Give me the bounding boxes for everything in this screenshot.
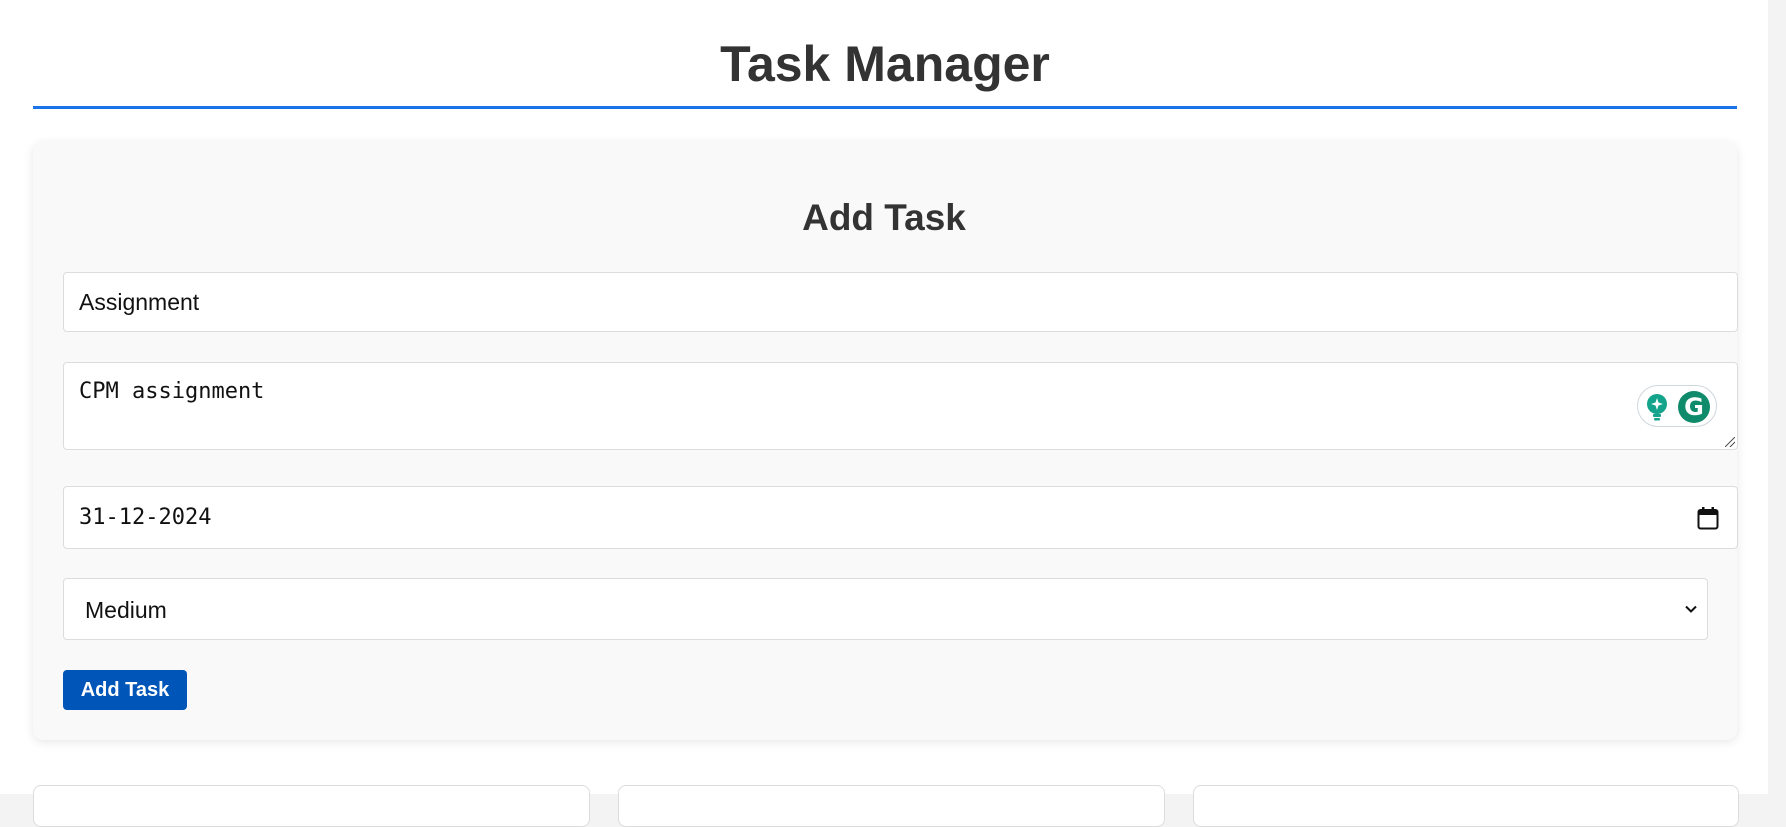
- page-title: Task Manager: [720, 36, 1050, 92]
- task-description-textarea[interactable]: CPM assignment G: [63, 362, 1738, 450]
- due-date-value: 31-12-2024: [79, 505, 212, 530]
- grammarly-icon[interactable]: G: [1678, 391, 1710, 423]
- task-column-card: [1193, 785, 1739, 827]
- resize-handle[interactable]: [1725, 437, 1735, 447]
- task-column-card: [33, 785, 590, 827]
- chevron-down-icon: [1685, 605, 1697, 613]
- add-task-heading: Add Task: [802, 197, 966, 238]
- task-column-card: [618, 785, 1165, 827]
- priority-selected-value: Medium: [85, 597, 167, 623]
- priority-select[interactable]: Medium: [63, 578, 1708, 640]
- lightbulb-icon[interactable]: [1644, 392, 1670, 422]
- task-title-value: Assignment: [79, 289, 200, 315]
- page: Task Manager Add Task Assignment CPM ass…: [0, 0, 1768, 827]
- grammarly-widget[interactable]: G: [1637, 385, 1717, 427]
- task-title-input[interactable]: Assignment: [63, 272, 1738, 332]
- add-task-button[interactable]: Add Task: [63, 670, 187, 710]
- calendar-icon[interactable]: [1697, 506, 1719, 530]
- due-date-input[interactable]: 31-12-2024: [63, 486, 1738, 549]
- title-divider: [33, 106, 1737, 109]
- task-description-value: CPM assignment: [79, 379, 265, 404]
- scrollbar[interactable]: [1768, 0, 1786, 794]
